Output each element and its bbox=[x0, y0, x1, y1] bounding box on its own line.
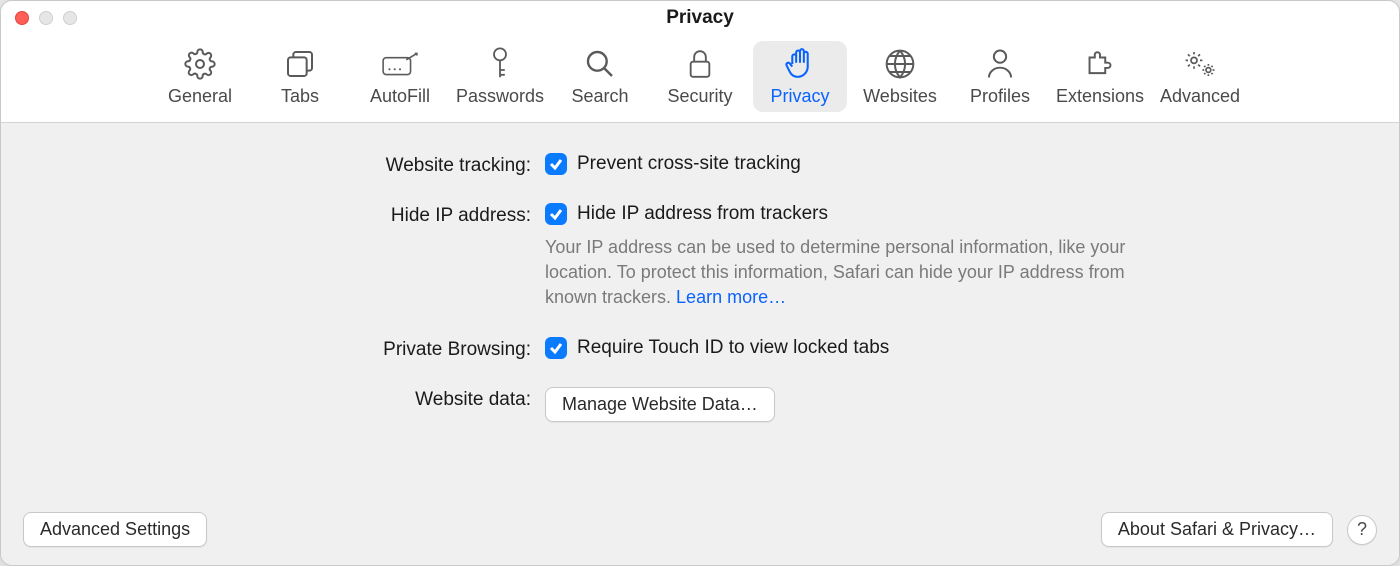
tab-websites[interactable]: Websites bbox=[853, 41, 947, 112]
tab-label: Extensions bbox=[1056, 86, 1144, 107]
tab-label: Profiles bbox=[970, 86, 1030, 107]
footer: Advanced Settings About Safari & Privacy… bbox=[1, 498, 1399, 565]
traffic-lights bbox=[15, 11, 77, 25]
help-text-span: Your IP address can be used to determine… bbox=[545, 237, 1125, 307]
help-button[interactable]: ? bbox=[1347, 515, 1377, 545]
checkbox-hide-ip-from-trackers[interactable] bbox=[545, 203, 567, 225]
tab-passwords[interactable]: Passwords bbox=[453, 41, 547, 112]
window-title: Privacy bbox=[1, 7, 1399, 29]
autofill-icon bbox=[381, 45, 419, 83]
key-icon bbox=[488, 45, 512, 83]
zoom-window-button[interactable] bbox=[63, 11, 77, 25]
globe-icon bbox=[884, 45, 916, 83]
hide-ip-help-text: Your IP address can be used to determine… bbox=[545, 235, 1165, 311]
row-website-tracking: Website tracking: Prevent cross-site tra… bbox=[200, 153, 1200, 177]
gears-icon bbox=[1182, 45, 1218, 83]
label-website-data: Website data: bbox=[200, 387, 545, 411]
row-hide-ip: Hide IP address: Hide IP address from tr… bbox=[200, 203, 1200, 311]
tab-label: General bbox=[168, 86, 232, 107]
advanced-settings-button[interactable]: Advanced Settings bbox=[23, 512, 207, 547]
label-website-tracking: Website tracking: bbox=[200, 153, 545, 177]
tab-label: AutoFill bbox=[370, 86, 430, 107]
hand-icon bbox=[784, 45, 816, 83]
checkbox-label: Hide IP address from trackers bbox=[577, 203, 828, 225]
checkbox-label: Require Touch ID to view locked tabs bbox=[577, 337, 889, 359]
checkbox-require-touch-id[interactable] bbox=[545, 337, 567, 359]
tab-label: Tabs bbox=[281, 86, 319, 107]
tab-label: Passwords bbox=[456, 86, 544, 107]
search-icon bbox=[584, 45, 616, 83]
preferences-toolbar: General Tabs AutoFill bbox=[1, 35, 1399, 123]
tabs-icon bbox=[284, 45, 316, 83]
tab-label: Security bbox=[667, 86, 732, 107]
tab-general[interactable]: General bbox=[153, 41, 247, 112]
tab-search[interactable]: Search bbox=[553, 41, 647, 112]
tab-label: Privacy bbox=[770, 86, 829, 107]
lock-icon bbox=[686, 45, 714, 83]
tab-extensions[interactable]: Extensions bbox=[1053, 41, 1147, 112]
tab-autofill[interactable]: AutoFill bbox=[353, 41, 447, 112]
label-hide-ip: Hide IP address: bbox=[200, 203, 545, 227]
close-window-button[interactable] bbox=[15, 11, 29, 25]
tab-label: Advanced bbox=[1160, 86, 1240, 107]
row-website-data: Website data: Manage Website Data… bbox=[200, 387, 1200, 422]
content-area: Website tracking: Prevent cross-site tra… bbox=[1, 123, 1399, 565]
tab-label: Search bbox=[571, 86, 628, 107]
tab-tabs[interactable]: Tabs bbox=[253, 41, 347, 112]
person-icon bbox=[985, 45, 1015, 83]
tab-label: Websites bbox=[863, 86, 937, 107]
titlebar: Privacy bbox=[1, 1, 1399, 35]
checkbox-label: Prevent cross-site tracking bbox=[577, 153, 801, 175]
tab-advanced[interactable]: Advanced bbox=[1153, 41, 1247, 112]
puzzle-icon bbox=[1083, 45, 1117, 83]
preferences-window: Privacy General Tabs bbox=[0, 0, 1400, 566]
tab-privacy[interactable]: Privacy bbox=[753, 41, 847, 112]
manage-website-data-button[interactable]: Manage Website Data… bbox=[545, 387, 775, 422]
label-private-browsing: Private Browsing: bbox=[200, 337, 545, 361]
row-private-browsing: Private Browsing: Require Touch ID to vi… bbox=[200, 337, 1200, 361]
tab-profiles[interactable]: Profiles bbox=[953, 41, 1047, 112]
checkbox-prevent-cross-site-tracking[interactable] bbox=[545, 153, 567, 175]
tab-security[interactable]: Security bbox=[653, 41, 747, 112]
gear-icon bbox=[184, 45, 216, 83]
learn-more-link[interactable]: Learn more… bbox=[676, 287, 786, 307]
minimize-window-button[interactable] bbox=[39, 11, 53, 25]
about-safari-privacy-button[interactable]: About Safari & Privacy… bbox=[1101, 512, 1333, 547]
